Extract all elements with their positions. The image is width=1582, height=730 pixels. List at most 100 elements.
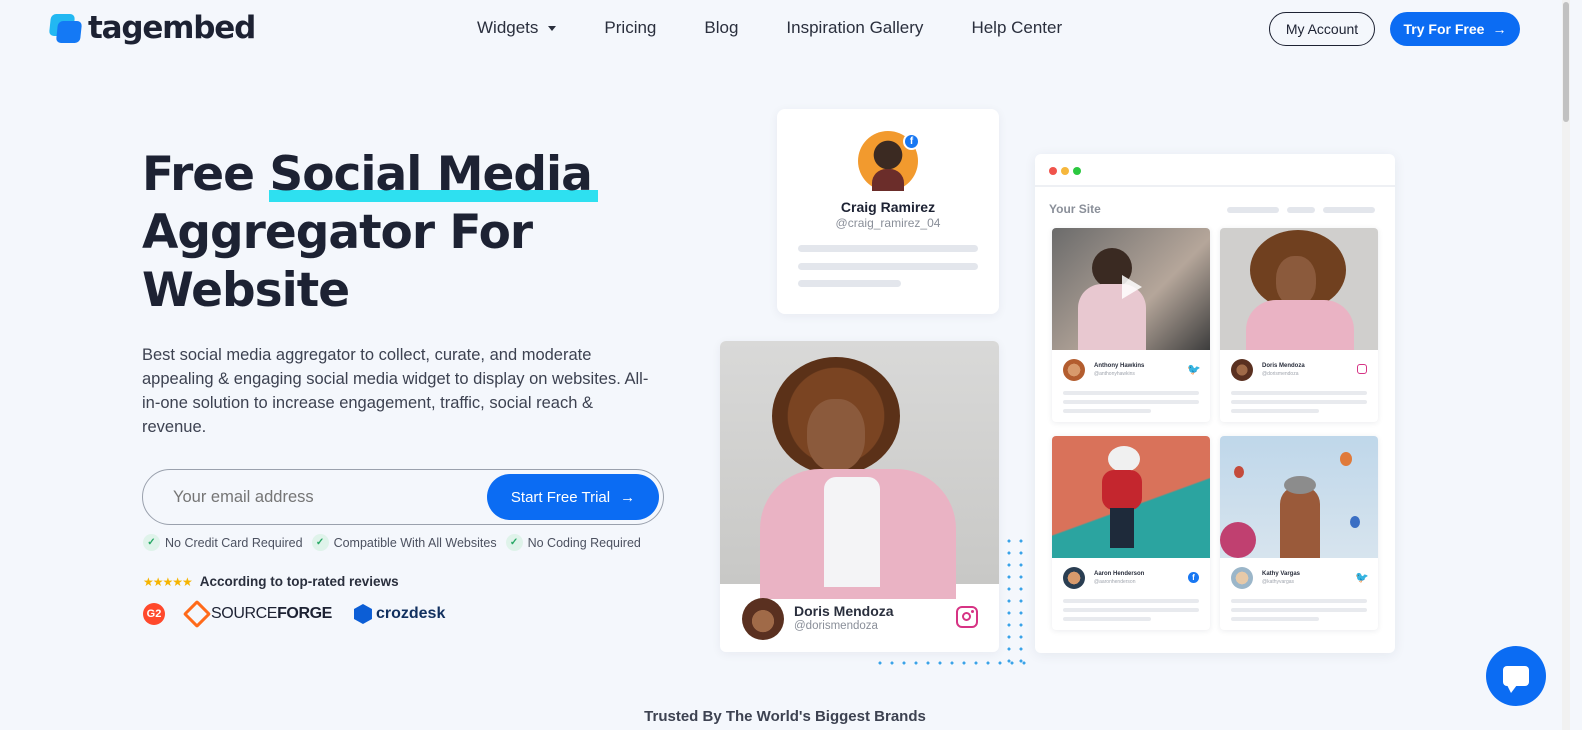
social-post: Aaron Henderson @aaronhenderson f: [1052, 436, 1210, 630]
play-icon: [1122, 275, 1142, 299]
my-account-button[interactable]: My Account: [1269, 12, 1375, 46]
post-photo: [720, 341, 999, 599]
social-post: Anthony Hawkins @anthonyhawkins 🐦: [1052, 228, 1210, 422]
try-for-free-button[interactable]: Try For Free →: [1390, 12, 1520, 46]
placeholder-line: [1063, 391, 1199, 395]
post-card-doris: Doris Mendoza @dorismendoza: [720, 341, 999, 652]
post-author-handle: @aaronhenderson: [1094, 579, 1136, 585]
post-author-name: Doris Mendoza: [1262, 363, 1305, 369]
post-author-name: Anthony Hawkins: [1094, 363, 1145, 369]
g2-logo-icon: G2: [143, 603, 165, 625]
arrow-right-icon: →: [620, 488, 636, 506]
instagram-icon: [956, 606, 978, 628]
check-icon: ✓: [311, 534, 329, 551]
email-signup-form: Start Free Trial →: [142, 469, 664, 525]
start-free-trial-label: Start Free Trial: [510, 488, 611, 506]
site-title: Your Site: [1049, 202, 1101, 216]
twitter-icon: 🐦: [1355, 572, 1369, 584]
sourceforge-icon: [182, 599, 212, 629]
window-maximize-dot: [1073, 167, 1081, 175]
sourceforge-text-bold: FORGE: [277, 605, 332, 622]
placeholder-line: [1231, 409, 1319, 413]
trusted-brands-heading: Trusted By The World's Biggest Brands: [644, 708, 926, 725]
avatar: [1063, 567, 1085, 589]
post-author-name: Kathy Vargas: [1262, 571, 1301, 577]
check-icon: ✓: [143, 534, 160, 551]
feature-item: ✓ Compatible With All Websites: [311, 534, 497, 551]
nav-item-help-center[interactable]: Help Center: [971, 18, 1062, 38]
nav-item-widgets[interactable]: Widgets: [477, 18, 557, 38]
sourceforge-logo: SOURCE FORGE: [182, 599, 332, 629]
tagembed-logo-icon: [48, 12, 83, 44]
star-rating: ★★★★★: [143, 574, 193, 589]
profile-handle: @craig_ramirez_04: [835, 216, 941, 230]
email-input[interactable]: [173, 488, 473, 507]
nav-item-blog[interactable]: Blog: [704, 18, 738, 38]
avatar: [1231, 567, 1253, 589]
placeholder-line: [798, 245, 978, 252]
feature-item: ✓ No Credit Card Required: [143, 534, 303, 551]
main-nav: Widgets Pricing Blog Inspiration Gallery…: [477, 18, 1062, 38]
feature-label: Compatible With All Websites: [333, 535, 497, 550]
placeholder-line: [798, 280, 901, 287]
window-minimize-dot: [1061, 167, 1069, 175]
logo-text: tagembed: [88, 10, 256, 46]
sourceforge-text-light: SOURCE: [211, 605, 278, 622]
nav-item-inspiration-gallery[interactable]: Inspiration Gallery: [786, 18, 923, 38]
profile-card-craig: f Craig Ramirez @craig_ramirez_04: [777, 109, 999, 314]
review-brands: G2 SOURCE FORGE crozdesk: [143, 599, 446, 629]
post-photo: [1220, 228, 1378, 350]
nav-item-pricing[interactable]: Pricing: [604, 18, 656, 38]
profile-name: Craig Ramirez: [840, 199, 936, 215]
placeholder-line: [798, 263, 978, 270]
facebook-icon: f: [1188, 572, 1199, 583]
post-photo: [1052, 228, 1210, 350]
post-author-handle: @anthonyhawkins: [1094, 371, 1135, 377]
window-close-dot: [1049, 167, 1057, 175]
placeholder-line: [1063, 599, 1199, 603]
chat-button[interactable]: [1486, 646, 1546, 706]
logo[interactable]: tagembed: [48, 10, 256, 46]
placeholder-line: [1231, 617, 1319, 621]
hero-description: Best social media aggregator to collect,…: [142, 346, 649, 436]
avatar: [1063, 359, 1085, 381]
decorative-dots: [874, 657, 1026, 669]
check-icon: ✓: [505, 534, 523, 551]
crozdesk-text: crozdesk: [375, 605, 446, 622]
feature-label: No Credit Card Required: [165, 535, 303, 550]
placeholder-line: [1063, 400, 1199, 404]
post-author-handle: @dorismendoza: [794, 620, 878, 632]
reviews-row: ★★★★★ According to top-rated reviews: [143, 574, 399, 589]
social-post: Kathy Vargas @kathyvargas 🐦: [1220, 436, 1378, 630]
twitter-icon: 🐦: [1187, 364, 1201, 376]
reviews-text: According to top-rated reviews: [199, 574, 399, 589]
placeholder-line: [1231, 400, 1367, 404]
placeholder-line: [1063, 608, 1199, 612]
window-titlebar: [1035, 154, 1395, 187]
placeholder-line: [1231, 608, 1367, 612]
try-for-free-label: Try For Free: [1403, 21, 1485, 37]
post-author-name: Aaron Henderson: [1094, 571, 1145, 577]
feature-label: No Coding Required: [527, 535, 641, 550]
hero-title-prefix: Free: [142, 147, 270, 202]
post-photo: [1220, 436, 1378, 558]
placeholder-line: [1287, 207, 1315, 213]
avatar: [1231, 359, 1253, 381]
feature-item: ✓ No Coding Required: [505, 534, 641, 551]
caret-down-icon: [548, 25, 557, 31]
avatar: [742, 598, 784, 640]
scrollbar-thumb[interactable]: [1563, 2, 1569, 122]
social-post: Doris Mendoza @dorismendoza: [1220, 228, 1378, 422]
post-photo: [1052, 436, 1210, 558]
hero-title: Free Social Media Aggregator For Website: [142, 146, 662, 320]
arrow-right-icon: →: [1492, 21, 1507, 37]
feature-list: ✓ No Credit Card Required ✓ Compatible Wit…: [143, 534, 641, 551]
chat-bubble-icon: [1503, 666, 1529, 693]
placeholder-line: [1227, 207, 1279, 213]
decorative-dots: [1003, 535, 1025, 665]
hero-title-highlight: Social Media: [269, 147, 599, 202]
placeholder-line: [1231, 599, 1367, 603]
start-free-trial-button[interactable]: Start Free Trial →: [487, 474, 659, 520]
facebook-icon: f: [903, 133, 920, 150]
site-preview-window: Your Site Anthony Hawkins @anthonyhawkin…: [1035, 154, 1395, 653]
